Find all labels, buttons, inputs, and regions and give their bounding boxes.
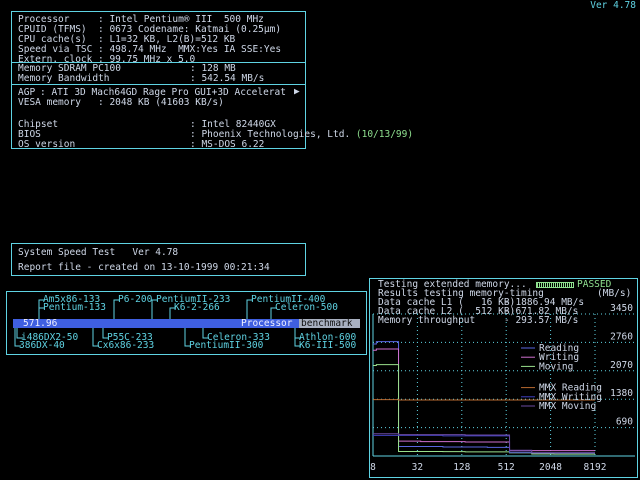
arrow-right-icon[interactable]: ▶ [294,87,300,97]
info-value: 2048 KB (41603 KB/s) [109,97,224,108]
series-line [373,434,595,454]
y-tick-label: 2070 [610,360,633,371]
benchmark-label-2: benchmark [301,318,353,329]
y-tick-label: 690 [616,417,633,428]
x-tick-label: 128 [453,462,470,473]
cpu-reference-label: Celeron-500 [275,302,338,313]
version-label: Ver 4.78 [590,0,636,11]
cpu-reference-label: Cx6x86-233 [97,340,155,351]
info-label: VESA memory [18,97,81,108]
speed-test-title: System Speed Test Ver 4.78 [18,247,179,258]
memory-timing-chart: 34502760207013806908 32 128 512 2048 8192Read… [370,303,635,473]
memory-test-panel: Testing extended memory... PASSED Result… [369,278,638,478]
legend-entry: Moving [539,361,573,372]
x-tick-label: 2048 [539,462,562,473]
info-row: Memory Bandwidth: 542.54 MB/s [18,74,264,84]
info-value: MS-DOS 6.22 [201,139,265,150]
y-tick-label: 2760 [610,331,633,342]
series-line [373,433,595,454]
info-separator: : [190,139,202,150]
legend-entry: MMX Moving [539,401,596,412]
info-value: 542.54 MB/s [201,73,265,84]
cpu-reference-label: P6-200 [118,294,153,305]
info-separator: : [190,73,202,84]
divider [12,84,305,85]
x-tick-label: 32 [412,462,423,473]
cpu-reference-label: 386DX-40 [19,340,65,351]
system-info-panel: Processor: Intel Pentium® III 500 MHz CPU… [11,11,413,150]
info-label: Memory Bandwidth [18,73,110,84]
benchmark-value: 571.96 [23,318,58,329]
benchmark-panel: 571.96 Processor benchmark Am5x86-133 P6-… [6,291,367,355]
benchmark-label: Processor [241,318,293,329]
info-label: Chipset [18,119,59,130]
bios-date: (10/13/99) [350,129,414,140]
info-row: VESA memory: 2048 KB (41603 KB/s) [18,98,224,108]
x-tick-label: 8192 [584,462,607,473]
x-tick-label: 8 [370,462,376,473]
cpu-reference-label: K6-III-500 [299,340,357,351]
info-separator: : [98,97,110,108]
speed-test-panel: System Speed Test Ver 4.78 Report file -… [11,243,306,276]
cpu-reference-label: Pentium-133 [43,302,106,313]
info-label: OS version [18,139,76,150]
y-tick-label: 1380 [610,388,633,399]
cpu-reference-label: K6-2-266 [174,302,220,313]
info-row: OS version: MS-DOS 6.22 [18,140,264,150]
report-file-text: Report file - created on 13-10-1999 00:2… [18,262,270,273]
y-tick-label: 3450 [610,303,633,314]
cpu-reference-label: PentiumII-300 [189,340,264,351]
x-tick-label: 512 [498,462,515,473]
